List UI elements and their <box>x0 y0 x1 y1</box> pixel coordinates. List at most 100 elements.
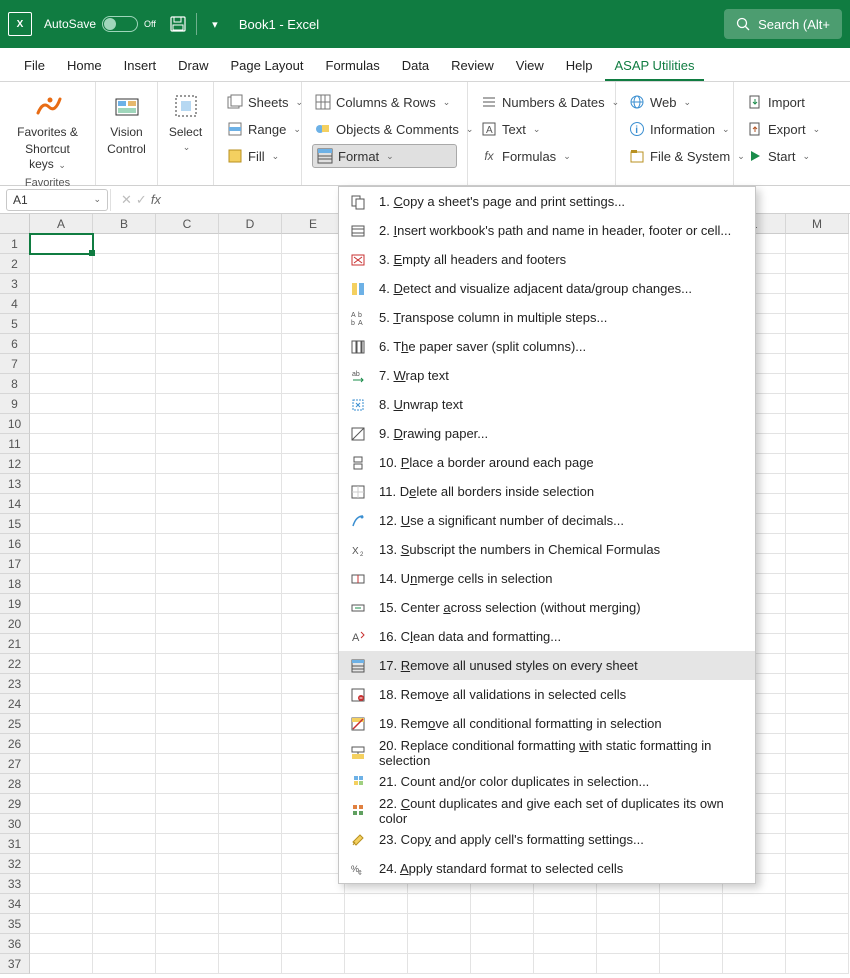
cell[interactable] <box>30 394 93 414</box>
column-header[interactable]: B <box>93 214 156 234</box>
cell[interactable] <box>282 534 345 554</box>
cell[interactable] <box>282 474 345 494</box>
cell[interactable] <box>786 954 849 974</box>
cell[interactable] <box>219 274 282 294</box>
customize-qat-icon[interactable]: ▾ <box>201 10 229 38</box>
cell[interactable] <box>786 894 849 914</box>
cell[interactable] <box>282 954 345 974</box>
format-menu-item-17[interactable]: 17. Remove all unused styles on every sh… <box>339 651 755 680</box>
cell[interactable] <box>93 654 156 674</box>
text-button[interactable]: AText⌄ <box>478 117 605 141</box>
cell[interactable] <box>219 634 282 654</box>
cell[interactable] <box>30 774 93 794</box>
cell[interactable] <box>156 274 219 294</box>
row-header[interactable]: 25 <box>0 714 30 734</box>
cell[interactable] <box>30 754 93 774</box>
cell[interactable] <box>219 494 282 514</box>
cell[interactable] <box>156 774 219 794</box>
cell[interactable] <box>93 874 156 894</box>
cell[interactable] <box>408 934 471 954</box>
cell[interactable] <box>786 934 849 954</box>
tab-view[interactable]: View <box>506 50 554 81</box>
format-menu-item-13[interactable]: X213. Subscript the numbers in Chemical … <box>339 535 755 564</box>
row-header[interactable]: 5 <box>0 314 30 334</box>
columns-rows-button[interactable]: Columns & Rows⌄ <box>312 90 457 114</box>
cell[interactable] <box>93 954 156 974</box>
fx-label[interactable]: fx <box>151 192 161 207</box>
import-button[interactable]: Import <box>744 90 823 114</box>
cell[interactable] <box>93 674 156 694</box>
cell[interactable] <box>219 454 282 474</box>
row-header[interactable]: 30 <box>0 814 30 834</box>
cell[interactable] <box>786 674 849 694</box>
cell[interactable] <box>282 434 345 454</box>
cell[interactable] <box>282 374 345 394</box>
cell[interactable] <box>30 714 93 734</box>
cell[interactable] <box>282 494 345 514</box>
format-menu-item-22[interactable]: 22. Count duplicates and give each set o… <box>339 796 755 825</box>
row-header[interactable]: 8 <box>0 374 30 394</box>
row-header[interactable]: 12 <box>0 454 30 474</box>
row-header[interactable]: 22 <box>0 654 30 674</box>
cell[interactable] <box>282 694 345 714</box>
cell[interactable] <box>282 294 345 314</box>
row-header[interactable]: 34 <box>0 894 30 914</box>
row-header[interactable]: 3 <box>0 274 30 294</box>
tab-formulas[interactable]: Formulas <box>316 50 390 81</box>
autosave-toggle[interactable]: AutoSave Off <box>44 16 156 32</box>
cell[interactable] <box>93 414 156 434</box>
cell[interactable] <box>219 934 282 954</box>
tab-file[interactable]: File <box>14 50 55 81</box>
row-header[interactable]: 31 <box>0 834 30 854</box>
cell[interactable] <box>219 474 282 494</box>
cell[interactable] <box>471 914 534 934</box>
cell[interactable] <box>597 894 660 914</box>
information-button[interactable]: iInformation⌄ <box>626 117 723 141</box>
cell[interactable] <box>723 934 786 954</box>
format-menu-item-5[interactable]: AbbA5. Transpose column in multiple step… <box>339 303 755 332</box>
row-header[interactable]: 2 <box>0 254 30 274</box>
cell[interactable] <box>219 574 282 594</box>
cell[interactable] <box>219 954 282 974</box>
cell[interactable] <box>156 834 219 854</box>
cell[interactable] <box>282 674 345 694</box>
cell[interactable] <box>30 414 93 434</box>
cell[interactable] <box>786 914 849 934</box>
cell[interactable] <box>786 814 849 834</box>
cell[interactable] <box>219 594 282 614</box>
cell[interactable] <box>93 554 156 574</box>
cell[interactable] <box>30 274 93 294</box>
cell[interactable] <box>156 874 219 894</box>
cell[interactable] <box>30 814 93 834</box>
cell[interactable] <box>345 934 408 954</box>
cell[interactable] <box>156 714 219 734</box>
cell[interactable] <box>93 734 156 754</box>
format-menu-item-14[interactable]: 14. Unmerge cells in selection <box>339 564 755 593</box>
cell[interactable] <box>219 894 282 914</box>
cell[interactable] <box>156 234 219 254</box>
cell[interactable] <box>93 534 156 554</box>
cell[interactable] <box>30 894 93 914</box>
cell[interactable] <box>156 374 219 394</box>
numbers-dates-button[interactable]: Numbers & Dates⌄ <box>478 90 605 114</box>
cell[interactable] <box>597 914 660 934</box>
row-header[interactable]: 13 <box>0 474 30 494</box>
cell[interactable] <box>30 614 93 634</box>
cell[interactable] <box>282 414 345 434</box>
cell[interactable] <box>660 914 723 934</box>
search-box[interactable]: Search (Alt+ <box>724 9 842 39</box>
cell[interactable] <box>93 894 156 914</box>
cell[interactable] <box>30 594 93 614</box>
cell[interactable] <box>156 334 219 354</box>
cell[interactable] <box>282 234 345 254</box>
tab-insert[interactable]: Insert <box>114 50 167 81</box>
fill-button[interactable]: Fill⌄ <box>224 144 291 168</box>
row-header[interactable]: 23 <box>0 674 30 694</box>
cell[interactable] <box>723 954 786 974</box>
format-menu-item-16[interactable]: A16. Clean data and formatting... <box>339 622 755 651</box>
cell[interactable] <box>156 454 219 474</box>
cell[interactable] <box>786 614 849 634</box>
cell[interactable] <box>30 914 93 934</box>
cell[interactable] <box>156 434 219 454</box>
cell[interactable] <box>93 854 156 874</box>
